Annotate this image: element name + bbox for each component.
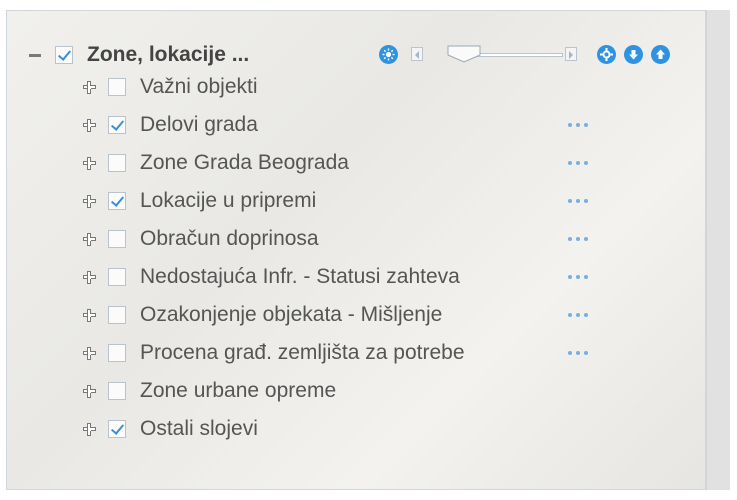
layer-checkbox[interactable]: [108, 78, 126, 96]
more-options-icon[interactable]: [568, 237, 588, 241]
layer-row: Ozakonjenje objekata - Mišljenje: [83, 300, 442, 330]
expand-icon[interactable]: [83, 194, 96, 208]
layer-label: Važni objekti: [140, 75, 258, 98]
slider-right-icon[interactable]: [565, 47, 577, 61]
layer-label: Ostali slojevi: [140, 417, 258, 440]
expand-icon[interactable]: [83, 308, 96, 322]
more-options-icon[interactable]: [568, 313, 588, 317]
layer-label: Zone urbane opreme: [140, 379, 337, 402]
layer-checkbox[interactable]: [108, 230, 126, 248]
group-label: Zone, lokacije ...: [87, 43, 250, 66]
slider-thumb[interactable]: [447, 45, 481, 63]
layer-label: Delovi grada: [140, 113, 258, 136]
layer-checkbox[interactable]: [108, 420, 126, 438]
more-options-icon[interactable]: [568, 351, 588, 355]
layer-label: Ozakonjenje objekata - Mišljenje: [140, 303, 443, 326]
expand-icon[interactable]: [83, 156, 96, 170]
layer-row: Ostali slojevi: [83, 414, 258, 444]
layer-row: Lokacije u pripremi: [83, 186, 316, 216]
layer-label: Lokacije u pripremi: [140, 189, 317, 212]
brightness-icon[interactable]: [379, 45, 398, 64]
layer-label: Obračun doprinosa: [140, 227, 319, 250]
more-options-icon[interactable]: [568, 199, 588, 203]
layer-row: Važni objekti: [83, 72, 258, 102]
more-options-icon[interactable]: [568, 123, 588, 127]
move-down-icon[interactable]: [624, 45, 643, 64]
expand-icon[interactable]: [83, 118, 96, 132]
settings-icon[interactable]: [597, 45, 616, 64]
layer-row: Delovi grada: [83, 110, 258, 140]
layer-row: Obračun doprinosa: [83, 224, 319, 254]
expand-icon[interactable]: [83, 384, 96, 398]
layer-label: Procena građ. zemljišta za potrebe: [140, 341, 465, 364]
layer-checkbox[interactable]: [108, 306, 126, 324]
expand-icon[interactable]: [83, 346, 96, 360]
expand-icon[interactable]: [83, 80, 96, 94]
scrollbar[interactable]: [706, 10, 730, 490]
layer-checkbox[interactable]: [108, 268, 126, 286]
more-options-icon[interactable]: [568, 275, 588, 279]
layer-tree-panel: Zone, lokacije ... Važni objekti Delovi g…: [6, 10, 706, 490]
layer-checkbox[interactable]: [108, 192, 126, 210]
slider-left-icon[interactable]: [411, 47, 423, 61]
layer-row: Zone urbane opreme: [83, 376, 336, 406]
layer-row: Zone Grada Beograda: [83, 148, 349, 178]
layer-checkbox[interactable]: [108, 344, 126, 362]
collapse-icon[interactable]: [29, 53, 41, 57]
layer-row: Nedostajuća Infr. - Statusi zahteva: [83, 262, 460, 292]
expand-icon[interactable]: [83, 270, 96, 284]
layer-checkbox[interactable]: [108, 382, 126, 400]
layer-row: Procena građ. zemljišta za potrebe: [83, 338, 465, 368]
expand-icon[interactable]: [83, 422, 96, 436]
layer-label: Nedostajuća Infr. - Statusi zahteva: [140, 265, 460, 288]
layer-checkbox[interactable]: [108, 154, 126, 172]
layer-label: Zone Grada Beograda: [140, 151, 349, 174]
move-up-icon[interactable]: [651, 45, 670, 64]
more-options-icon[interactable]: [568, 161, 588, 165]
expand-icon[interactable]: [83, 232, 96, 246]
group-row: Zone, lokacije ...: [29, 40, 249, 70]
group-checkbox[interactable]: [55, 46, 73, 64]
layer-checkbox[interactable]: [108, 116, 126, 134]
